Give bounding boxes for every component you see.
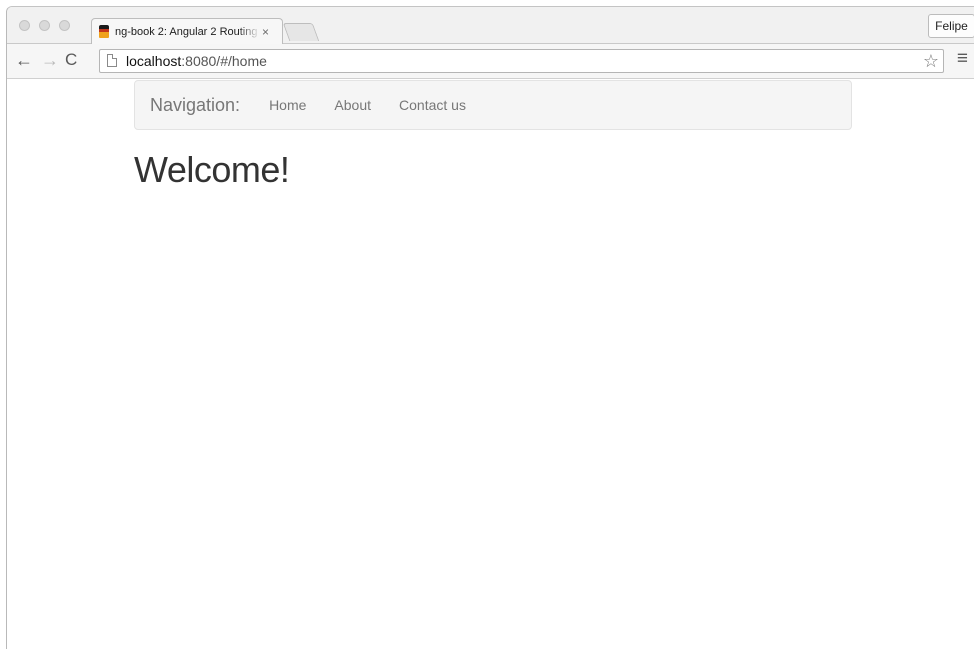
page-icon	[107, 54, 117, 67]
bookmark-star-icon[interactable]: ☆	[923, 51, 939, 72]
new-tab-button[interactable]	[282, 23, 320, 41]
page-heading: Welcome!	[134, 149, 290, 190]
close-window-button[interactable]	[19, 20, 30, 31]
nav-brand: Navigation:	[150, 94, 241, 115]
browser-window: ng-book 2: Angular 2 Routing × Felipe ← …	[6, 6, 974, 649]
tab-title: ng-book 2: Angular 2 Routing	[115, 25, 258, 38]
forward-arrow-icon[interactable]: →	[41, 50, 59, 70]
maximize-window-button[interactable]	[59, 20, 70, 31]
active-tab-content[interactable]: ng-book 2: Angular 2 Routing ×	[97, 19, 277, 44]
minimize-window-button[interactable]	[39, 20, 50, 31]
url-host: localhost	[126, 53, 182, 69]
page-content: Navigation: Home About Contact us Welcom…	[7, 79, 974, 649]
tab-strip: ng-book 2: Angular 2 Routing × Felipe	[7, 7, 974, 44]
navigation-bar: Navigation: Home About Contact us	[134, 80, 852, 130]
reload-icon[interactable]: C	[65, 50, 77, 70]
hamburger-menu-icon[interactable]: ≡	[957, 49, 968, 69]
back-arrow-icon[interactable]: ←	[15, 50, 33, 70]
nav-link-contact[interactable]: Contact us	[385, 97, 480, 113]
browser-toolbar: ← → C localhost:8080/#/home ☆ ≡	[7, 44, 974, 79]
url-text[interactable]: localhost:8080/#/home	[126, 53, 267, 69]
nav-link-home[interactable]: Home	[255, 97, 320, 113]
address-bar[interactable]: localhost:8080/#/home ☆	[99, 49, 944, 73]
profile-button[interactable]: Felipe	[928, 14, 974, 38]
favicon-icon	[99, 25, 109, 38]
nav-link-about[interactable]: About	[320, 97, 385, 113]
url-path: :8080/#/home	[181, 53, 267, 69]
tab-close-icon[interactable]: ×	[262, 25, 269, 39]
